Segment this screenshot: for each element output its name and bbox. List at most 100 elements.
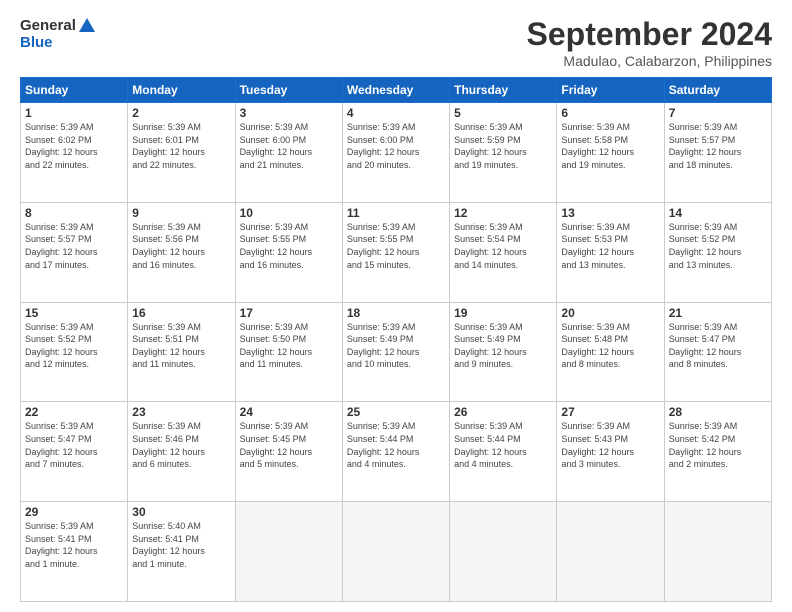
day-info: Sunrise: 5:39 AM Sunset: 5:54 PM Dayligh… — [454, 221, 552, 271]
table-row: 19Sunrise: 5:39 AM Sunset: 5:49 PM Dayli… — [450, 302, 557, 402]
day-number: 17 — [240, 306, 338, 320]
day-info: Sunrise: 5:39 AM Sunset: 5:49 PM Dayligh… — [454, 321, 552, 371]
day-info: Sunrise: 5:39 AM Sunset: 5:43 PM Dayligh… — [561, 420, 659, 470]
table-row: 24Sunrise: 5:39 AM Sunset: 5:45 PM Dayli… — [235, 402, 342, 502]
logo-blue-text: Blue — [20, 34, 53, 51]
table-row: 18Sunrise: 5:39 AM Sunset: 5:49 PM Dayli… — [342, 302, 449, 402]
table-row: 9Sunrise: 5:39 AM Sunset: 5:56 PM Daylig… — [128, 202, 235, 302]
calendar-week-row: 15Sunrise: 5:39 AM Sunset: 5:52 PM Dayli… — [21, 302, 772, 402]
table-row: 7Sunrise: 5:39 AM Sunset: 5:57 PM Daylig… — [664, 103, 771, 203]
table-row: 16Sunrise: 5:39 AM Sunset: 5:51 PM Dayli… — [128, 302, 235, 402]
table-row: 6Sunrise: 5:39 AM Sunset: 5:58 PM Daylig… — [557, 103, 664, 203]
day-number: 10 — [240, 206, 338, 220]
day-info: Sunrise: 5:39 AM Sunset: 5:44 PM Dayligh… — [454, 420, 552, 470]
day-number: 6 — [561, 106, 659, 120]
day-info: Sunrise: 5:39 AM Sunset: 5:48 PM Dayligh… — [561, 321, 659, 371]
day-info: Sunrise: 5:39 AM Sunset: 5:52 PM Dayligh… — [25, 321, 123, 371]
day-number: 3 — [240, 106, 338, 120]
day-info: Sunrise: 5:39 AM Sunset: 5:45 PM Dayligh… — [240, 420, 338, 470]
table-row: 10Sunrise: 5:39 AM Sunset: 5:55 PM Dayli… — [235, 202, 342, 302]
day-number: 29 — [25, 505, 123, 519]
day-number: 22 — [25, 405, 123, 419]
table-row — [450, 502, 557, 602]
table-row: 12Sunrise: 5:39 AM Sunset: 5:54 PM Dayli… — [450, 202, 557, 302]
calendar-table: Sunday Monday Tuesday Wednesday Thursday… — [20, 77, 772, 602]
logo: General Blue — [20, 16, 96, 52]
table-row: 4Sunrise: 5:39 AM Sunset: 6:00 PM Daylig… — [342, 103, 449, 203]
table-row: 29Sunrise: 5:39 AM Sunset: 5:41 PM Dayli… — [21, 502, 128, 602]
table-row: 17Sunrise: 5:39 AM Sunset: 5:50 PM Dayli… — [235, 302, 342, 402]
day-number: 27 — [561, 405, 659, 419]
day-number: 26 — [454, 405, 552, 419]
day-info: Sunrise: 5:39 AM Sunset: 5:47 PM Dayligh… — [25, 420, 123, 470]
table-row: 2Sunrise: 5:39 AM Sunset: 6:01 PM Daylig… — [128, 103, 235, 203]
calendar-header-row: Sunday Monday Tuesday Wednesday Thursday… — [21, 78, 772, 103]
day-info: Sunrise: 5:39 AM Sunset: 5:50 PM Dayligh… — [240, 321, 338, 371]
day-number: 8 — [25, 206, 123, 220]
day-number: 15 — [25, 306, 123, 320]
table-row: 22Sunrise: 5:39 AM Sunset: 5:47 PM Dayli… — [21, 402, 128, 502]
day-number: 19 — [454, 306, 552, 320]
table-row: 28Sunrise: 5:39 AM Sunset: 5:42 PM Dayli… — [664, 402, 771, 502]
table-row: 14Sunrise: 5:39 AM Sunset: 5:52 PM Dayli… — [664, 202, 771, 302]
day-info: Sunrise: 5:39 AM Sunset: 5:47 PM Dayligh… — [669, 321, 767, 371]
day-number: 1 — [25, 106, 123, 120]
month-title: September 2024 — [527, 16, 772, 53]
day-info: Sunrise: 5:39 AM Sunset: 5:52 PM Dayligh… — [669, 221, 767, 271]
table-row — [664, 502, 771, 602]
table-row: 5Sunrise: 5:39 AM Sunset: 5:59 PM Daylig… — [450, 103, 557, 203]
table-row: 1Sunrise: 5:39 AM Sunset: 6:02 PM Daylig… — [21, 103, 128, 203]
day-number: 28 — [669, 405, 767, 419]
day-info: Sunrise: 5:39 AM Sunset: 5:58 PM Dayligh… — [561, 121, 659, 171]
logo-icon — [78, 16, 96, 34]
table-row: 13Sunrise: 5:39 AM Sunset: 5:53 PM Dayli… — [557, 202, 664, 302]
day-number: 4 — [347, 106, 445, 120]
day-info: Sunrise: 5:39 AM Sunset: 5:53 PM Dayligh… — [561, 221, 659, 271]
day-info: Sunrise: 5:39 AM Sunset: 5:55 PM Dayligh… — [240, 221, 338, 271]
location: Madulao, Calabarzon, Philippines — [527, 53, 772, 69]
day-number: 30 — [132, 505, 230, 519]
table-row — [342, 502, 449, 602]
day-info: Sunrise: 5:39 AM Sunset: 5:41 PM Dayligh… — [25, 520, 123, 570]
day-number: 5 — [454, 106, 552, 120]
col-tuesday: Tuesday — [235, 78, 342, 103]
page: General Blue September 2024 Madulao, Cal… — [0, 0, 792, 612]
table-row: 27Sunrise: 5:39 AM Sunset: 5:43 PM Dayli… — [557, 402, 664, 502]
day-info: Sunrise: 5:39 AM Sunset: 5:55 PM Dayligh… — [347, 221, 445, 271]
day-info: Sunrise: 5:39 AM Sunset: 6:01 PM Dayligh… — [132, 121, 230, 171]
table-row: 25Sunrise: 5:39 AM Sunset: 5:44 PM Dayli… — [342, 402, 449, 502]
table-row — [235, 502, 342, 602]
day-number: 24 — [240, 405, 338, 419]
day-number: 12 — [454, 206, 552, 220]
day-number: 14 — [669, 206, 767, 220]
table-row: 26Sunrise: 5:39 AM Sunset: 5:44 PM Dayli… — [450, 402, 557, 502]
calendar-week-row: 22Sunrise: 5:39 AM Sunset: 5:47 PM Dayli… — [21, 402, 772, 502]
day-info: Sunrise: 5:39 AM Sunset: 5:44 PM Dayligh… — [347, 420, 445, 470]
day-info: Sunrise: 5:39 AM Sunset: 5:57 PM Dayligh… — [669, 121, 767, 171]
table-row — [557, 502, 664, 602]
table-row: 3Sunrise: 5:39 AM Sunset: 6:00 PM Daylig… — [235, 103, 342, 203]
day-info: Sunrise: 5:39 AM Sunset: 5:57 PM Dayligh… — [25, 221, 123, 271]
day-info: Sunrise: 5:39 AM Sunset: 5:46 PM Dayligh… — [132, 420, 230, 470]
day-info: Sunrise: 5:39 AM Sunset: 5:56 PM Dayligh… — [132, 221, 230, 271]
day-number: 23 — [132, 405, 230, 419]
day-info: Sunrise: 5:39 AM Sunset: 5:59 PM Dayligh… — [454, 121, 552, 171]
calendar-week-row: 8Sunrise: 5:39 AM Sunset: 5:57 PM Daylig… — [21, 202, 772, 302]
logo-general-text: General — [20, 17, 76, 34]
day-info: Sunrise: 5:39 AM Sunset: 6:00 PM Dayligh… — [240, 121, 338, 171]
col-saturday: Saturday — [664, 78, 771, 103]
table-row: 21Sunrise: 5:39 AM Sunset: 5:47 PM Dayli… — [664, 302, 771, 402]
table-row: 23Sunrise: 5:39 AM Sunset: 5:46 PM Dayli… — [128, 402, 235, 502]
col-wednesday: Wednesday — [342, 78, 449, 103]
day-info: Sunrise: 5:39 AM Sunset: 6:02 PM Dayligh… — [25, 121, 123, 171]
day-number: 16 — [132, 306, 230, 320]
col-monday: Monday — [128, 78, 235, 103]
day-number: 21 — [669, 306, 767, 320]
table-row: 30Sunrise: 5:40 AM Sunset: 5:41 PM Dayli… — [128, 502, 235, 602]
calendar-week-row: 29Sunrise: 5:39 AM Sunset: 5:41 PM Dayli… — [21, 502, 772, 602]
day-info: Sunrise: 5:39 AM Sunset: 5:49 PM Dayligh… — [347, 321, 445, 371]
day-info: Sunrise: 5:39 AM Sunset: 6:00 PM Dayligh… — [347, 121, 445, 171]
day-number: 9 — [132, 206, 230, 220]
header: General Blue September 2024 Madulao, Cal… — [20, 16, 772, 69]
table-row: 15Sunrise: 5:39 AM Sunset: 5:52 PM Dayli… — [21, 302, 128, 402]
